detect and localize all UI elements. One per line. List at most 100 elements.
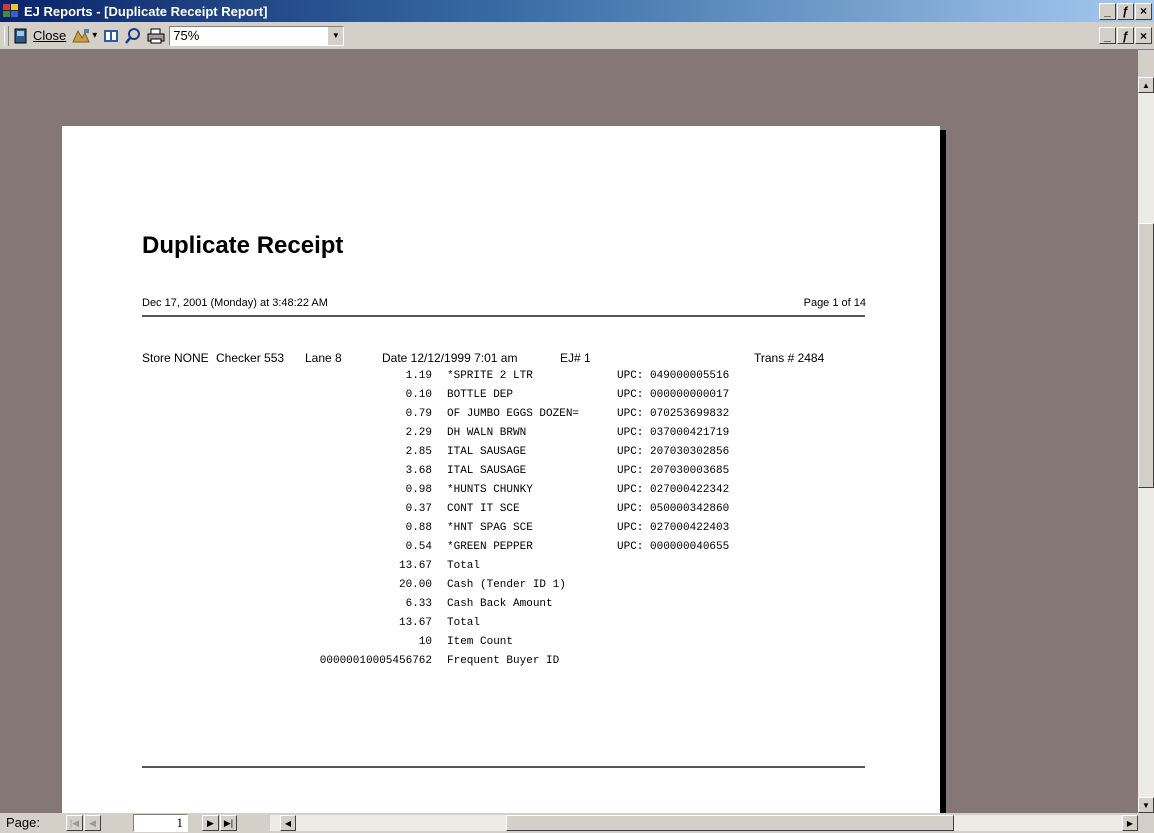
receipt-line-desc: ITAL SAUSAGE <box>447 465 527 477</box>
receipt-line-amount: 6.33 <box>405 598 432 610</box>
next-page-button[interactable]: ▶ <box>202 815 219 831</box>
header-rule <box>142 315 865 317</box>
zoom-button[interactable] <box>125 27 141 44</box>
receipt-line: 6.33 Cash Back Amount <box>62 598 940 616</box>
mdi-minimize-button[interactable]: _ <box>1099 27 1116 44</box>
chevron-down-icon: ▾ <box>92 30 98 41</box>
page-info: Page 1 of 14 <box>803 297 866 309</box>
receipt-line-amount: 2.29 <box>405 427 432 439</box>
window-title: EJ Reports - [Duplicate Receipt Report] <box>24 3 268 19</box>
receipt-line: 20.00 Cash (Tender ID 1) <box>62 579 940 597</box>
print-button[interactable] <box>147 28 165 44</box>
receipt-line-desc: *HUNTS CHUNKY <box>447 484 533 496</box>
view-icon <box>72 28 91 44</box>
receipt-line-desc: Frequent Buyer ID <box>447 655 560 667</box>
scroll-left-button[interactable]: ◀ <box>280 815 296 831</box>
receipt-line-desc: Cash (Tender ID 1) <box>447 579 566 591</box>
zoom-icon <box>125 27 141 44</box>
two-pages-button[interactable] <box>103 28 119 44</box>
receipt-line-upc: UPC: 037000421719 <box>617 427 730 439</box>
navigation-bar: Page: |◀ ◀ 1 ▶ ▶| ◀ ▶ <box>0 813 1154 833</box>
footer-rule <box>142 766 865 768</box>
receipt-line-desc: ITAL SAUSAGE <box>447 446 527 458</box>
receipt-line-desc: Cash Back Amount <box>447 598 553 610</box>
receipt-line-upc: UPC: 027000422403 <box>617 522 730 534</box>
receipt-line-desc: *HNT SPAG SCE <box>447 522 533 534</box>
receipt-line-desc: *GREEN PEPPER <box>447 541 533 553</box>
receipt-line-upc: UPC: 027000422342 <box>617 484 730 496</box>
receipt-line-upc: UPC: 049000005516 <box>617 370 730 382</box>
receipt-line-upc: UPC: 050000342860 <box>617 503 730 515</box>
store-label: Store NONE <box>142 351 209 365</box>
page-label: Page: <box>6 815 40 830</box>
print-icon <box>147 28 165 44</box>
receipt-line-amount: 0.98 <box>405 484 432 496</box>
scroll-up-button[interactable]: ▲ <box>1138 77 1154 93</box>
vertical-scroll-thumb[interactable] <box>1138 223 1154 488</box>
report-title: Duplicate Receipt <box>142 232 344 259</box>
receipt-line: 1.19 *SPRITE 2 LTR UPC: 049000005516 <box>62 370 940 388</box>
close-window-button[interactable]: × <box>1135 2 1152 20</box>
receipt-line-desc: Item Count <box>447 636 514 648</box>
receipt-line-desc: BOTTLE DEP <box>447 389 514 401</box>
receipt-line-desc: *SPRITE 2 LTR <box>447 370 533 382</box>
receipt-line: 0.88 *HNT SPAG SCE UPC: 027000422403 <box>62 522 940 540</box>
receipt-line-desc: Total <box>447 617 481 629</box>
receipt-line-desc: OF JUMBO EGGS DOZEN= <box>447 408 580 420</box>
print-preview-toolbar: Close ▾ 75% ▼ _ ƒ × <box>0 22 1154 50</box>
receipt-line-amount: 0.88 <box>405 522 432 534</box>
receipt-line: 0.37 CONT IT SCE UPC: 050000342860 <box>62 503 940 521</box>
receipt-line-amount: 13.67 <box>398 560 432 572</box>
vertical-scrollbar[interactable]: ▲ ▼ <box>1138 77 1154 813</box>
zoom-select[interactable]: 75% ▼ <box>169 25 345 46</box>
receipt-line: 00000010005456762 Frequent Buyer ID <box>62 655 940 673</box>
toolbar-grip[interactable] <box>4 25 9 46</box>
receipt-line-amount: 20.00 <box>398 579 432 591</box>
receipt-line-amount: 1.19 <box>405 370 432 382</box>
title-bar: EJ Reports - [Duplicate Receipt Report] … <box>0 0 1154 22</box>
receipt-line: 2.85 ITAL SAUSAGE UPC: 207030302856 <box>62 446 940 464</box>
restore-button[interactable]: ƒ <box>1117 2 1134 20</box>
receipt-line: 3.68 ITAL SAUSAGE UPC: 207030003685 <box>62 465 940 483</box>
page-number-input[interactable]: 1 <box>133 814 188 832</box>
combo-arrow-icon[interactable]: ▼ <box>327 26 344 45</box>
checker-label: Checker 553 <box>216 351 285 365</box>
mdi-restore-button[interactable]: ƒ <box>1117 27 1134 44</box>
two-pages-icon <box>103 28 119 44</box>
zoom-value: 75% <box>173 28 200 43</box>
receipt-line: 2.29 DH WALN BRWN UPC: 037000421719 <box>62 427 940 445</box>
last-page-button[interactable]: ▶| <box>220 815 237 831</box>
close-label: Close <box>33 28 67 43</box>
receipt-line-upc: UPC: 207030003685 <box>617 465 730 477</box>
close-preview-button[interactable]: Close <box>13 28 66 44</box>
receipt-line-upc: UPC: 207030302856 <box>617 446 730 458</box>
receipt-line-upc: UPC: 000000040655 <box>617 541 730 553</box>
scroll-down-button[interactable]: ▼ <box>1138 797 1154 813</box>
receipt-line: 0.79 OF JUMBO EGGS DOZEN= UPC: 07025369983… <box>62 408 940 426</box>
receipt-line-amount: 10 <box>418 636 432 648</box>
receipt-line-amount: 0.10 <box>405 389 432 401</box>
view-dropdown-button[interactable]: ▾ <box>72 28 97 44</box>
horizontal-scrollbar[interactable]: ◀ ▶ <box>270 815 1138 831</box>
receipt-line-upc: UPC: 000000000017 <box>617 389 730 401</box>
horizontal-scroll-thumb[interactable] <box>506 815 954 831</box>
receipt-line-desc: Total <box>447 560 481 572</box>
run-date: Dec 17, 2001 (Monday) at 3:48:22 AM <box>142 297 328 309</box>
receipt-line: 13.67 Total <box>62 560 940 578</box>
receipt-line: 13.67 Total <box>62 617 940 635</box>
receipt-line-amount: 00000010005456762 <box>319 655 432 667</box>
close-report-icon <box>13 28 29 44</box>
receipt-line: 0.54 *GREEN PEPPER UPC: 000000040655 <box>62 541 940 559</box>
receipt-line-amount: 13.67 <box>398 617 432 629</box>
receipt-line-amount: 0.37 <box>405 503 432 515</box>
minimize-button[interactable]: _ <box>1099 2 1116 20</box>
app-icon[interactable] <box>3 4 19 18</box>
previous-page-button[interactable]: ◀ <box>84 815 101 831</box>
first-page-button[interactable]: |◀ <box>66 815 83 831</box>
receipt-line-desc: CONT IT SCE <box>447 503 520 515</box>
ej-label: EJ# 1 <box>560 351 591 365</box>
mdi-close-button[interactable]: × <box>1135 27 1152 44</box>
preview-workspace: Duplicate Receipt Dec 17, 2001 (Monday) … <box>0 50 1138 813</box>
scroll-right-button[interactable]: ▶ <box>1122 815 1138 831</box>
lane-label: Lane 8 <box>305 351 342 365</box>
